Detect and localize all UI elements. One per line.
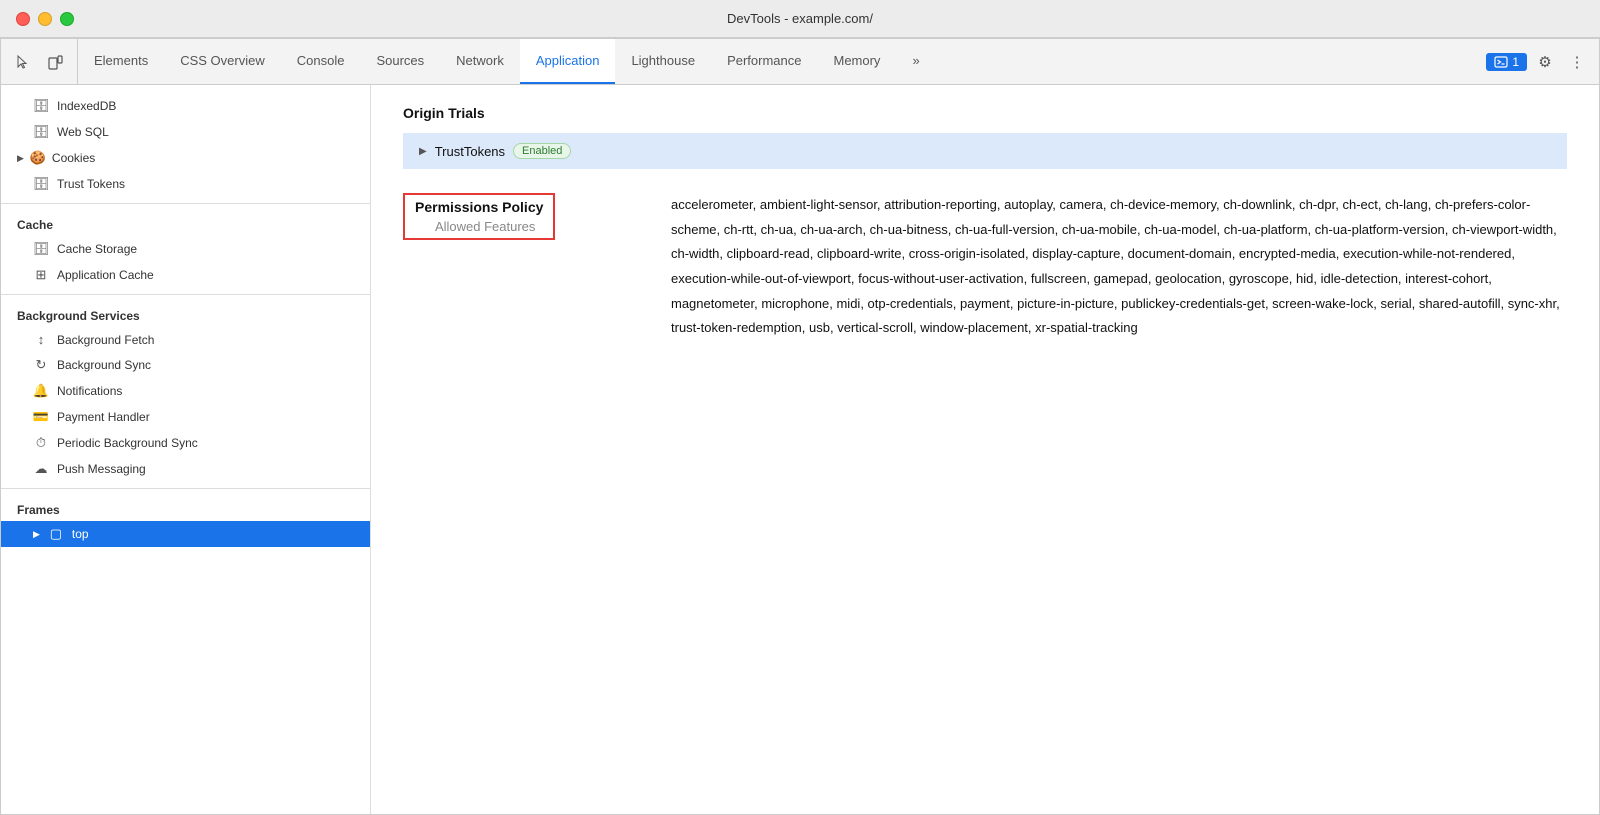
- console-badge-button[interactable]: 1: [1486, 53, 1527, 71]
- toolbar-tools: [1, 39, 78, 84]
- device-toolbar-icon[interactable]: [41, 48, 69, 76]
- sidebar-item-cookies[interactable]: ▶ 🍪 Cookies: [1, 145, 370, 171]
- origin-trials-title: Origin Trials: [403, 105, 1567, 121]
- permissions-label-column: Permissions Policy Allowed Features: [403, 193, 663, 341]
- traffic-lights: [16, 12, 74, 26]
- trust-tokens-icon: 🗄: [33, 176, 49, 192]
- application-cache-icon: ⊞: [33, 267, 49, 283]
- allowed-features-label: Allowed Features: [415, 219, 543, 234]
- sidebar-item-payment-handler[interactable]: 💳 Payment Handler: [1, 404, 370, 430]
- main-area: 🗄 IndexedDB 🗄 Web SQL ▶ 🍪 Cookies 🗄 Trus…: [1, 85, 1599, 814]
- tab-lighthouse[interactable]: Lighthouse: [615, 39, 711, 84]
- sidebar-item-label: IndexedDB: [57, 99, 116, 113]
- cookies-icon: 🍪: [30, 150, 46, 166]
- sidebar-item-notifications[interactable]: 🔔 Notifications: [1, 378, 370, 404]
- enabled-badge: Enabled: [513, 143, 571, 159]
- top-frame-icon: ▢: [48, 526, 64, 542]
- content-area: Origin Trials ▶ TrustTokens Enabled Perm…: [371, 85, 1599, 814]
- cursor-tool-icon[interactable]: [9, 48, 37, 76]
- notifications-icon: 🔔: [33, 383, 49, 399]
- minimize-button[interactable]: [38, 12, 52, 26]
- sidebar-item-periodic-bg-sync[interactable]: ⏱ Periodic Background Sync: [1, 430, 370, 456]
- tab-network[interactable]: Network: [440, 39, 520, 84]
- payment-handler-icon: 💳: [33, 409, 49, 425]
- tab-css-overview[interactable]: CSS Overview: [164, 39, 281, 84]
- sidebar-item-label: Cookies: [52, 151, 95, 165]
- sidebar-divider-1: [1, 203, 370, 204]
- sidebar-divider-2: [1, 294, 370, 295]
- sidebar-item-label: Application Cache: [57, 268, 154, 282]
- sidebar: 🗄 IndexedDB 🗄 Web SQL ▶ 🍪 Cookies 🗄 Trus…: [1, 85, 371, 814]
- tab-bar-right: 1 ⚙ ⋮: [1478, 39, 1599, 84]
- frames-section-title: Frames: [1, 495, 370, 521]
- push-messaging-icon: ☁: [33, 461, 49, 477]
- close-button[interactable]: [16, 12, 30, 26]
- cache-section-title: Cache: [1, 210, 370, 236]
- background-fetch-icon: ↕: [33, 332, 49, 347]
- sidebar-item-label: Periodic Background Sync: [57, 436, 198, 450]
- sidebar-item-top-frame[interactable]: ▶ ▢ top: [1, 521, 370, 547]
- sidebar-item-label: Push Messaging: [57, 462, 146, 476]
- sidebar-item-web-sql[interactable]: 🗄 Web SQL: [1, 119, 370, 145]
- tab-performance[interactable]: Performance: [711, 39, 817, 84]
- tabs-container: Elements CSS Overview Console Sources Ne…: [78, 39, 1478, 84]
- tab-more[interactable]: »: [896, 39, 935, 84]
- permissions-policy-title: Permissions Policy: [415, 199, 543, 215]
- tab-elements[interactable]: Elements: [78, 39, 164, 84]
- tab-sources[interactable]: Sources: [360, 39, 440, 84]
- permissions-features: accelerometer, ambient-light-sensor, att…: [663, 193, 1567, 341]
- title-bar: DevTools - example.com/: [0, 0, 1600, 38]
- tab-console[interactable]: Console: [281, 39, 361, 84]
- trust-tokens-label: TrustTokens: [435, 144, 505, 159]
- origin-trials-row[interactable]: ▶ TrustTokens Enabled: [403, 133, 1567, 169]
- sidebar-item-label: Notifications: [57, 384, 122, 398]
- expand-arrow-icon: ▶: [17, 153, 24, 164]
- top-frame-arrow-icon: ▶: [33, 529, 40, 540]
- devtools-window: Elements CSS Overview Console Sources Ne…: [0, 38, 1600, 815]
- more-options-icon[interactable]: ⋮: [1563, 48, 1591, 76]
- indexeddb-icon: 🗄: [33, 98, 49, 114]
- permissions-highlight-box: Permissions Policy Allowed Features: [403, 193, 555, 240]
- maximize-button[interactable]: [60, 12, 74, 26]
- sidebar-item-cache-storage[interactable]: 🗄 Cache Storage: [1, 236, 370, 262]
- sidebar-item-background-sync[interactable]: ↻ Background Sync: [1, 352, 370, 378]
- sidebar-item-label: Background Sync: [57, 358, 151, 372]
- sidebar-item-trust-tokens[interactable]: 🗄 Trust Tokens: [1, 171, 370, 197]
- sidebar-item-indexeddb[interactable]: 🗄 IndexedDB: [1, 93, 370, 119]
- background-services-section-title: Background Services: [1, 301, 370, 327]
- sidebar-item-label: Cache Storage: [57, 242, 137, 256]
- tab-bar: Elements CSS Overview Console Sources Ne…: [1, 39, 1599, 85]
- sidebar-item-label: Web SQL: [57, 125, 109, 139]
- tab-application[interactable]: Application: [520, 39, 616, 84]
- sidebar-item-label: Trust Tokens: [57, 177, 125, 191]
- websql-icon: 🗄: [33, 124, 49, 140]
- permissions-policy-section: Permissions Policy Allowed Features acce…: [403, 193, 1567, 341]
- tab-memory[interactable]: Memory: [817, 39, 896, 84]
- sidebar-item-background-fetch[interactable]: ↕ Background Fetch: [1, 327, 370, 352]
- periodic-bg-sync-icon: ⏱: [33, 435, 49, 451]
- trust-tokens-expand-icon: ▶: [419, 146, 427, 157]
- console-badge-count: 1: [1512, 55, 1519, 69]
- sidebar-item-label: top: [72, 527, 89, 541]
- sidebar-item-application-cache[interactable]: ⊞ Application Cache: [1, 262, 370, 288]
- sidebar-item-label: Payment Handler: [57, 410, 150, 424]
- window-title: DevTools - example.com/: [727, 11, 873, 26]
- sidebar-divider-3: [1, 488, 370, 489]
- sidebar-item-push-messaging[interactable]: ☁ Push Messaging: [1, 456, 370, 482]
- sidebar-item-label: Background Fetch: [57, 333, 154, 347]
- background-sync-icon: ↻: [33, 357, 49, 373]
- settings-icon[interactable]: ⚙: [1531, 48, 1559, 76]
- cache-storage-icon: 🗄: [33, 241, 49, 257]
